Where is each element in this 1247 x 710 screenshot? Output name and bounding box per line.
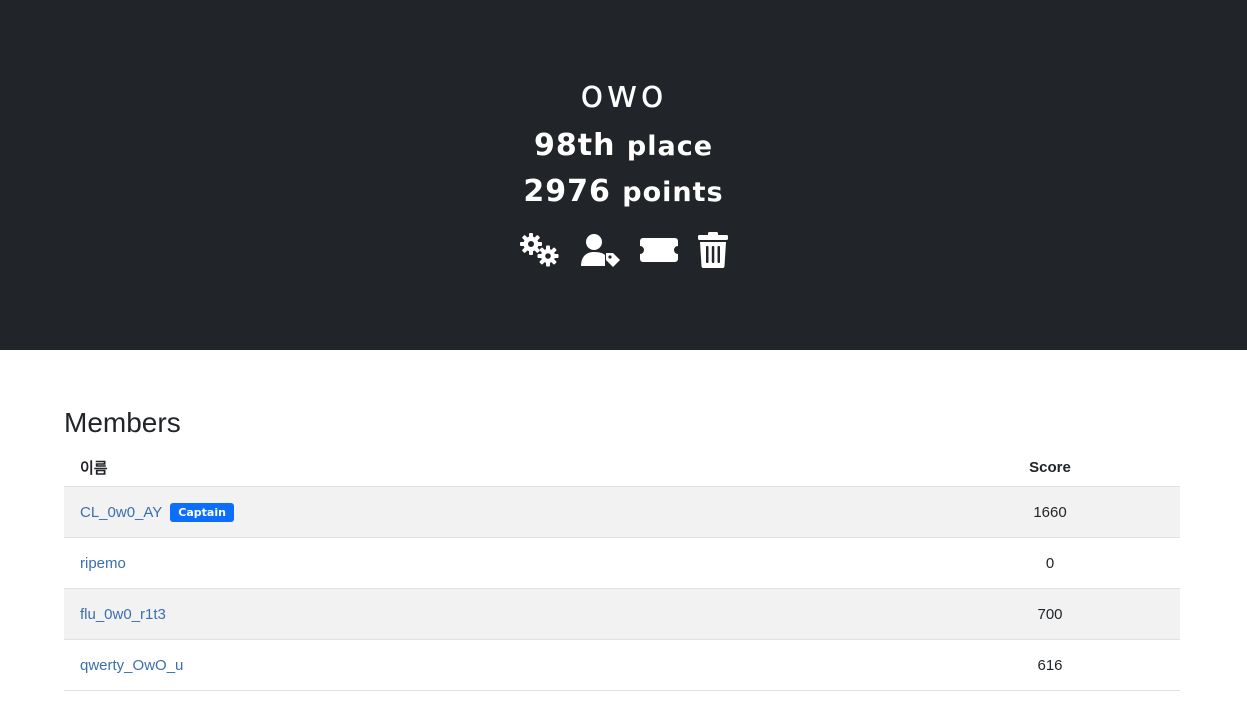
place-label: place	[626, 131, 714, 162]
team-place: 98th place	[0, 125, 1247, 168]
members-table: 이름 Score CL_0w0_AY Captain 1660 ripemo 0 …	[64, 448, 1180, 691]
member-name-cell: flu_0w0_r1t3	[64, 588, 920, 640]
member-link[interactable]: qwerty_OwO_u	[80, 657, 183, 674]
place-number: 98th	[533, 128, 616, 163]
invite-ticket-button[interactable]	[639, 232, 679, 268]
member-name-cell: CL_0w0_AY Captain	[64, 486, 920, 538]
team-points: 2976 points	[0, 171, 1247, 214]
table-row: qwerty_OwO_u 616	[64, 639, 1180, 691]
member-score: 1660	[920, 486, 1180, 538]
member-score: 0	[920, 537, 1180, 589]
points-label: points	[622, 177, 724, 208]
table-header-row: 이름 Score	[64, 448, 1180, 487]
manage-members-button[interactable]	[579, 232, 621, 268]
team-actions	[0, 232, 1247, 272]
member-score: 616	[920, 639, 1180, 691]
member-link[interactable]: CL_0w0_AY	[80, 504, 162, 521]
team-name: owo	[580, 72, 667, 116]
column-header-name: 이름	[64, 448, 920, 487]
member-name-cell: qwerty_OwO_u	[64, 639, 920, 691]
member-score: 700	[920, 588, 1180, 640]
ticket-icon	[639, 238, 678, 262]
gears-icon	[519, 233, 558, 267]
column-header-score: Score	[920, 448, 1180, 487]
members-section: Members 이름 Score CL_0w0_AY Captain 1660 r…	[64, 400, 1180, 691]
trash-icon	[697, 232, 728, 268]
captain-badge: Captain	[170, 502, 234, 522]
members-heading: Members	[64, 407, 181, 438]
table-row: CL_0w0_AY Captain 1660	[64, 486, 1180, 538]
table-row: ripemo 0	[64, 537, 1180, 589]
member-link[interactable]: ripemo	[80, 555, 126, 572]
team-header: owo 98th place 2976 points	[0, 0, 1247, 350]
settings-button[interactable]	[519, 232, 561, 268]
user-tag-icon	[580, 234, 620, 267]
points-number: 2976	[523, 174, 611, 209]
delete-team-button[interactable]	[697, 232, 729, 268]
table-row: flu_0w0_r1t3 700	[64, 588, 1180, 640]
member-name-cell: ripemo	[64, 537, 920, 589]
member-link[interactable]: flu_0w0_r1t3	[80, 606, 166, 623]
